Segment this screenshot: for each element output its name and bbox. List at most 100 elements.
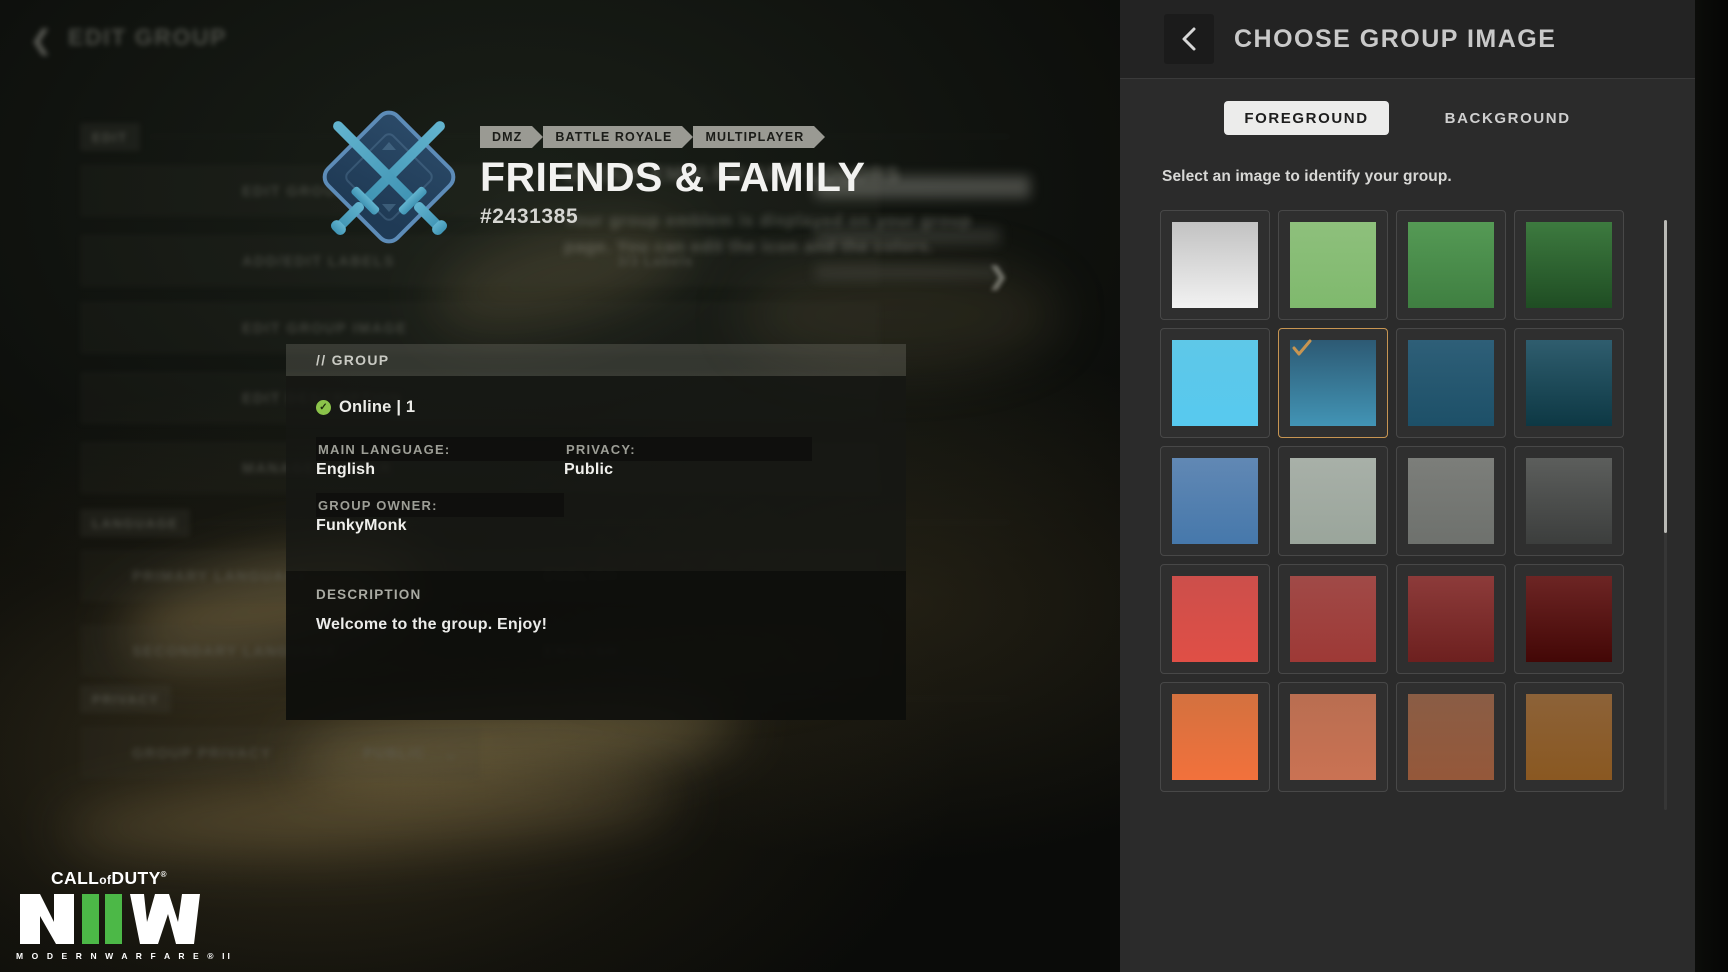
swatch-fill — [1172, 340, 1258, 426]
tag-battle-royale: BATTLE ROYALE — [543, 126, 682, 148]
field-empty-slot — [564, 493, 812, 549]
swatch-steel-blue[interactable] — [1278, 328, 1388, 438]
swatch-salmon[interactable] — [1278, 682, 1388, 792]
menu-value: PUBLIC — [363, 746, 425, 762]
swatch-deeper-red[interactable] — [1396, 564, 1506, 674]
group-emblem-crossed-swords — [310, 98, 468, 256]
field-main-language: MAIN LANGUAGE: English — [316, 437, 564, 479]
field-value: English — [316, 461, 375, 478]
game-screen: ❮ EDIT GROUP EDIT EDIT GROUP NAME ADD/ED… — [0, 0, 1728, 972]
group-fields-grid: MAIN LANGUAGE: English PRIVACY: Public G… — [316, 437, 876, 549]
online-check-icon: ✓ — [316, 400, 331, 415]
scrollbar-thumb[interactable] — [1664, 220, 1667, 533]
swatch-slate-blue[interactable] — [1160, 446, 1270, 556]
field-label: MAIN LANGUAGE: — [316, 437, 564, 461]
section-chip-language: LANGUAGE — [80, 509, 190, 537]
logo-modern-warfare-subtitle: M O D E R N W A R F A R E ® II — [16, 951, 202, 961]
group-card-body: ✓ Online | 1 MAIN LANGUAGE: English PRIV… — [286, 376, 906, 571]
group-mode-tags: DMZ BATTLE ROYALE MULTIPLAYER — [480, 126, 865, 148]
tag-multiplayer: MULTIPLAYER — [693, 126, 814, 148]
swatch-fill — [1290, 694, 1376, 780]
swatch-fill — [1172, 458, 1258, 544]
menu-row-group-privacy[interactable]: GROUP PRIVACY PUBLIC ⌄ — [80, 727, 480, 779]
field-label: GROUP OWNER: — [316, 493, 564, 517]
swatch-cyan[interactable] — [1160, 328, 1270, 438]
swatch-grid-wrapper — [1120, 210, 1695, 792]
section-chip-edit: EDIT — [80, 123, 140, 151]
swatch-red[interactable] — [1160, 564, 1270, 674]
swatch-fill — [1408, 458, 1494, 544]
back-chevron-icon[interactable]: ❮ — [26, 25, 56, 55]
swatch-dark-gray[interactable] — [1514, 446, 1624, 556]
field-group-owner: GROUP OWNER: FunkyMonk — [316, 493, 564, 535]
choose-group-image-panel: CHOOSE GROUP IMAGE FOREGROUND BACKGROUND… — [1120, 0, 1695, 972]
swatch-fill — [1290, 222, 1376, 308]
swatch-dark-teal[interactable] — [1514, 328, 1624, 438]
swatch-light-green[interactable] — [1278, 210, 1388, 320]
swatch-fill — [1526, 458, 1612, 544]
online-status-text: Online | 1 — [339, 398, 415, 417]
logo-mwii-mark — [16, 892, 202, 946]
group-header-info: DMZ BATTLE ROYALE MULTIPLAYER FRIENDS & … — [480, 126, 865, 229]
swatch-gray[interactable] — [1396, 446, 1506, 556]
menu-label: PRIMARY LANGUAGE — [102, 569, 309, 585]
group-description-block: DESCRIPTION Welcome to the group. Enjoy! — [286, 571, 906, 720]
swatch-fill — [1290, 576, 1376, 662]
description-text: Welcome to the group. Enjoy! — [316, 616, 876, 634]
field-value: FunkyMonk — [316, 517, 407, 534]
group-card-header: // GROUP — [286, 344, 906, 376]
swatch-fill — [1290, 458, 1376, 544]
swatch-fill — [1526, 222, 1612, 308]
swatch-deep-blue[interactable] — [1396, 328, 1506, 438]
scrollbar-track[interactable] — [1664, 220, 1667, 810]
swatch-dark-brown[interactable] — [1514, 682, 1624, 792]
swatch-fill — [1408, 340, 1494, 426]
panel-subtitle: Select an image to identify your group. — [1162, 168, 1695, 186]
chevron-right-icon: ❯ — [988, 262, 1009, 291]
right-gutter — [1695, 0, 1728, 972]
logo-of: of — [99, 873, 111, 887]
group-info-card: // GROUP ✓ Online | 1 MAIN LANGUAGE: Eng… — [286, 344, 906, 720]
tab-foreground[interactable]: FOREGROUND — [1224, 101, 1388, 135]
section-chip-privacy: PRIVACY — [80, 685, 171, 713]
tag-dmz: DMZ — [480, 126, 532, 148]
swatch-light-gray[interactable] — [1278, 446, 1388, 556]
blurred-bar — [815, 265, 1000, 279]
logo-call: CALL — [51, 868, 99, 888]
swatch-fill — [1408, 576, 1494, 662]
online-status-row: ✓ Online | 1 — [316, 398, 876, 417]
menu-label: EDIT GROUP IMAGE — [102, 321, 408, 337]
blurred-bar — [815, 228, 1000, 244]
field-label: PRIVACY: — [564, 437, 812, 461]
back-button[interactable] — [1164, 14, 1214, 64]
swatch-fill — [1526, 340, 1612, 426]
swatch-dark-green[interactable] — [1514, 210, 1624, 320]
call-of-duty-mwii-logo: CALLofDUTY® M O D E R N W A R F A R E ® … — [16, 870, 202, 961]
swatch-fill — [1290, 340, 1376, 426]
swatch-dark-red[interactable] — [1278, 564, 1388, 674]
swatch-green[interactable] — [1396, 210, 1506, 320]
swatch-orange[interactable] — [1160, 682, 1270, 792]
logo-call-of-duty-text: CALLofDUTY® — [16, 870, 202, 888]
swatch-maroon[interactable] — [1514, 564, 1624, 674]
swatch-fill — [1408, 694, 1494, 780]
foreground-background-tabs: FOREGROUND BACKGROUND — [1120, 101, 1695, 135]
page-title: EDIT GROUP — [68, 24, 227, 51]
swatch-fill — [1172, 576, 1258, 662]
field-value: Public — [564, 461, 613, 478]
swatch-brown[interactable] — [1396, 682, 1506, 792]
panel-header: CHOOSE GROUP IMAGE — [1120, 0, 1695, 79]
logo-duty: DUTY — [111, 868, 160, 888]
swatch-grid — [1160, 210, 1624, 792]
swatch-white[interactable] — [1160, 210, 1270, 320]
swatch-fill — [1172, 694, 1258, 780]
swatch-fill — [1172, 222, 1258, 308]
logo-registered-mark: ® — [161, 870, 167, 879]
swatch-fill — [1408, 222, 1494, 308]
group-id: #2431385 — [480, 205, 865, 229]
chevron-down-icon: ⌄ — [444, 745, 458, 762]
group-name: FRIENDS & FAMILY — [480, 157, 865, 198]
panel-title: CHOOSE GROUP IMAGE — [1234, 25, 1556, 54]
tab-background[interactable]: BACKGROUND — [1425, 101, 1591, 135]
description-label: DESCRIPTION — [316, 587, 876, 602]
